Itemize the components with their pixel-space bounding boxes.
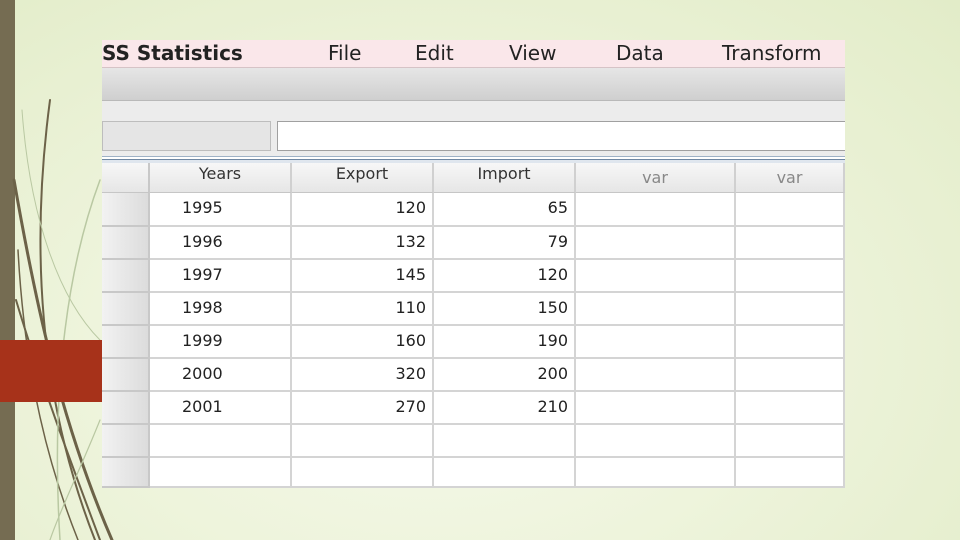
cell-years[interactable]: 2000 [150,359,292,392]
cell-reference-box[interactable] [102,121,271,151]
menu-edit[interactable]: Edit [415,41,454,65]
menu-view[interactable]: View [509,41,556,65]
menubar: SS Statistics File Edit View Data Transf… [102,40,845,68]
spss-window: SS Statistics File Edit View Data Transf… [102,40,845,488]
cell-export[interactable] [292,425,434,458]
row-header[interactable] [102,227,150,260]
column-header-var[interactable]: var [736,163,845,193]
cell-export[interactable]: 160 [292,326,434,359]
cell-empty[interactable] [736,425,845,458]
cell-value-input[interactable] [277,121,845,151]
row-header[interactable] [102,293,150,326]
cell-empty[interactable] [736,260,845,293]
cell-import[interactable]: 79 [434,227,576,260]
cell-empty[interactable] [576,425,736,458]
cell-export[interactable]: 145 [292,260,434,293]
cell-empty[interactable] [576,193,736,227]
app-name: SS Statistics [102,41,243,65]
cell-empty[interactable] [576,260,736,293]
column-header-var[interactable]: var [576,163,736,193]
row-header[interactable] [102,392,150,425]
cell-years[interactable]: 1999 [150,326,292,359]
cell-empty[interactable] [576,326,736,359]
cell-empty[interactable] [576,293,736,326]
menu-file[interactable]: File [328,41,361,65]
cell-import[interactable]: 150 [434,293,576,326]
cell-empty[interactable] [736,293,845,326]
cell-editor-bar [102,118,845,156]
cell-import[interactable]: 190 [434,326,576,359]
cell-import[interactable] [434,425,576,458]
cell-empty[interactable] [736,227,845,260]
cell-empty[interactable] [576,359,736,392]
cell-empty[interactable] [736,326,845,359]
menu-transform[interactable]: Transform [722,41,821,65]
cell-years[interactable]: 1997 [150,260,292,293]
cell-years[interactable] [150,425,292,458]
cell-empty[interactable] [576,392,736,425]
row-header[interactable] [102,425,150,458]
cell-empty[interactable] [736,193,845,227]
cell-years[interactable]: 2001 [150,392,292,425]
cell-empty[interactable] [736,458,845,488]
cell-empty[interactable] [736,392,845,425]
cell-empty[interactable] [576,227,736,260]
cell-years[interactable]: 1996 [150,227,292,260]
cell-export[interactable]: 132 [292,227,434,260]
cell-export[interactable]: 120 [292,193,434,227]
cell-years[interactable]: 1995 [150,193,292,227]
column-header-export[interactable]: Export [292,163,434,193]
row-header[interactable] [102,193,150,227]
cell-empty[interactable] [736,359,845,392]
row-header[interactable] [102,260,150,293]
column-header-years[interactable]: Years [150,163,292,193]
column-header-import[interactable]: Import [434,163,576,193]
cell-years[interactable] [150,458,292,488]
row-header[interactable] [102,326,150,359]
row-header[interactable] [102,458,150,488]
accent-block [0,340,102,402]
cell-export[interactable] [292,458,434,488]
cell-export[interactable]: 270 [292,392,434,425]
cell-empty[interactable] [576,458,736,488]
cell-years[interactable]: 1998 [150,293,292,326]
cell-import[interactable] [434,458,576,488]
toolbar [102,68,845,101]
row-header[interactable] [102,359,150,392]
menu-data[interactable]: Data [616,41,664,65]
cell-import[interactable]: 210 [434,392,576,425]
cell-import[interactable]: 120 [434,260,576,293]
cell-export[interactable]: 320 [292,359,434,392]
cell-import[interactable]: 65 [434,193,576,227]
cell-import[interactable]: 200 [434,359,576,392]
cell-export[interactable]: 110 [292,293,434,326]
corner-cell[interactable] [102,163,150,193]
toolbar-gap [102,101,845,118]
header-separator [102,156,845,163]
